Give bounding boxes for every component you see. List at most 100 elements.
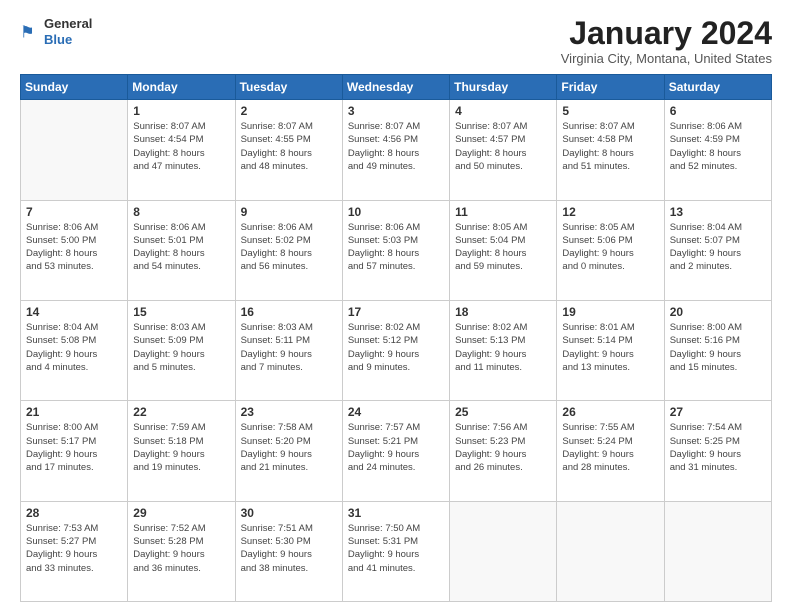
- day-number: 9: [241, 205, 337, 219]
- calendar-cell: 24Sunrise: 7:57 AMSunset: 5:21 PMDayligh…: [342, 401, 449, 501]
- day-info: Sunrise: 8:02 AMSunset: 5:13 PMDaylight:…: [455, 321, 551, 374]
- calendar-cell: 29 Sunrise: 7:52 AMSunset: 5:28 PMDayligh…: [128, 501, 235, 601]
- day-info: Sunrise: 8:06 AMSunset: 5:00 PMDaylight:…: [26, 221, 122, 274]
- day-number: 27: [670, 405, 766, 419]
- day-info: Sunrise: 8:01 AMSunset: 5:14 PMDaylight:…: [562, 321, 658, 374]
- calendar-cell: 26Sunrise: 7:55 AMSunset: 5:24 PMDayligh…: [557, 401, 664, 501]
- day-info: Sunrise: 8:00 AMSunset: 5:17 PMDaylight:…: [26, 421, 122, 474]
- calendar-cell: 8 Sunrise: 8:06 AMSunset: 5:01 PMDaylight…: [128, 200, 235, 300]
- day-number: 17: [348, 305, 444, 319]
- calendar-cell: 4Sunrise: 8:07 AMSunset: 4:57 PMDaylight…: [450, 100, 557, 200]
- day-info: Sunrise: 8:00 AMSunset: 5:16 PMDaylight:…: [670, 321, 766, 374]
- day-info: Sunrise: 7:53 AMSunset: 5:27 PMDaylight:…: [26, 522, 122, 575]
- day-info: Sunrise: 8:03 AMSunset: 5:09 PMDaylight:…: [133, 321, 229, 374]
- weekday-header-wednesday: Wednesday: [342, 75, 449, 100]
- day-info: Sunrise: 7:52 AMSunset: 5:28 PMDaylight:…: [133, 522, 229, 575]
- calendar-cell: 22 Sunrise: 7:59 AMSunset: 5:18 PMDayligh…: [128, 401, 235, 501]
- day-info: Sunrise: 8:06 AMSunset: 4:59 PMDaylight:…: [670, 120, 766, 173]
- day-number: 23: [241, 405, 337, 419]
- day-info: Sunrise: 8:07 AMSunset: 4:56 PMDaylight:…: [348, 120, 444, 173]
- calendar-cell: 20Sunrise: 8:00 AMSunset: 5:16 PMDayligh…: [664, 300, 771, 400]
- calendar-cell: 7 Sunrise: 8:06 AMSunset: 5:00 PMDaylight…: [21, 200, 128, 300]
- calendar-cell: 23 Sunrise: 7:58 AMSunset: 5:20 PMDayligh…: [235, 401, 342, 501]
- day-number: 16: [241, 305, 337, 319]
- calendar-cell: 30 Sunrise: 7:51 AMSunset: 5:30 PMDayligh…: [235, 501, 342, 601]
- day-number: 30: [241, 506, 337, 520]
- calendar-cell: [21, 100, 128, 200]
- day-info: Sunrise: 8:07 AMSunset: 4:54 PMDaylight:…: [133, 120, 229, 173]
- calendar-cell: 5 Sunrise: 8:07 AMSunset: 4:58 PMDaylight…: [557, 100, 664, 200]
- day-number: 26: [562, 405, 658, 419]
- day-info: Sunrise: 7:54 AMSunset: 5:25 PMDaylight:…: [670, 421, 766, 474]
- day-number: 11: [455, 205, 551, 219]
- logo-general-text: General: [44, 16, 92, 31]
- calendar-cell: 2 Sunrise: 8:07 AMSunset: 4:55 PMDaylight…: [235, 100, 342, 200]
- calendar-cell: [664, 501, 771, 601]
- day-info: Sunrise: 8:07 AMSunset: 4:58 PMDaylight:…: [562, 120, 658, 173]
- day-info: Sunrise: 8:06 AMSunset: 5:02 PMDaylight:…: [241, 221, 337, 274]
- day-info: Sunrise: 8:04 AMSunset: 5:07 PMDaylight:…: [670, 221, 766, 274]
- logo-blue-text: Blue: [44, 32, 72, 47]
- day-info: Sunrise: 8:07 AMSunset: 4:55 PMDaylight:…: [241, 120, 337, 173]
- calendar-cell: 3 Sunrise: 8:07 AMSunset: 4:56 PMDaylight…: [342, 100, 449, 200]
- svg-text:⚑: ⚑: [20, 23, 35, 41]
- day-number: 22: [133, 405, 229, 419]
- day-info: Sunrise: 7:50 AMSunset: 5:31 PMDaylight:…: [348, 522, 444, 575]
- day-info: Sunrise: 8:03 AMSunset: 5:11 PMDaylight:…: [241, 321, 337, 374]
- day-info: Sunrise: 8:02 AMSunset: 5:12 PMDaylight:…: [348, 321, 444, 374]
- calendar-cell: 16 Sunrise: 8:03 AMSunset: 5:11 PMDayligh…: [235, 300, 342, 400]
- day-info: Sunrise: 7:59 AMSunset: 5:18 PMDaylight:…: [133, 421, 229, 474]
- day-number: 14: [26, 305, 122, 319]
- day-number: 7: [26, 205, 122, 219]
- calendar-cell: 25Sunrise: 7:56 AMSunset: 5:23 PMDayligh…: [450, 401, 557, 501]
- calendar-cell: 18 Sunrise: 8:02 AMSunset: 5:13 PMDayligh…: [450, 300, 557, 400]
- day-number: 3: [348, 104, 444, 118]
- day-number: 10: [348, 205, 444, 219]
- weekday-header-friday: Friday: [557, 75, 664, 100]
- day-number: 12: [562, 205, 658, 219]
- day-info: Sunrise: 8:05 AMSunset: 5:06 PMDaylight:…: [562, 221, 658, 274]
- calendar-cell: 11 Sunrise: 8:05 AMSunset: 5:04 PMDayligh…: [450, 200, 557, 300]
- calendar-cell: 28 Sunrise: 7:53 AMSunset: 5:27 PMDayligh…: [21, 501, 128, 601]
- calendar-title: January 2024: [561, 16, 772, 51]
- weekday-header-monday: Monday: [128, 75, 235, 100]
- day-info: Sunrise: 8:07 AMSunset: 4:57 PMDaylight:…: [455, 120, 551, 173]
- day-number: 21: [26, 405, 122, 419]
- logo-icon: ⚑: [20, 21, 42, 43]
- calendar-cell: 10 Sunrise: 8:06 AMSunset: 5:03 PMDayligh…: [342, 200, 449, 300]
- day-info: Sunrise: 8:05 AMSunset: 5:04 PMDaylight:…: [455, 221, 551, 274]
- calendar-cell: 1 Sunrise: 8:07 AMSunset: 4:54 PMDaylight…: [128, 100, 235, 200]
- day-info: Sunrise: 7:58 AMSunset: 5:20 PMDaylight:…: [241, 421, 337, 474]
- day-number: 2: [241, 104, 337, 118]
- day-number: 24: [348, 405, 444, 419]
- calendar-cell: 17 Sunrise: 8:02 AMSunset: 5:12 PMDayligh…: [342, 300, 449, 400]
- day-info: Sunrise: 7:51 AMSunset: 5:30 PMDaylight:…: [241, 522, 337, 575]
- calendar-cell: 31 Sunrise: 7:50 AMSunset: 5:31 PMDayligh…: [342, 501, 449, 601]
- calendar-cell: [557, 501, 664, 601]
- calendar-cell: 14 Sunrise: 8:04 AMSunset: 5:08 PMDayligh…: [21, 300, 128, 400]
- calendar-cell: 21 Sunrise: 8:00 AMSunset: 5:17 PMDayligh…: [21, 401, 128, 501]
- day-number: 18: [455, 305, 551, 319]
- day-number: 5: [562, 104, 658, 118]
- day-number: 1: [133, 104, 229, 118]
- day-info: Sunrise: 8:04 AMSunset: 5:08 PMDaylight:…: [26, 321, 122, 374]
- day-info: Sunrise: 8:06 AMSunset: 5:01 PMDaylight:…: [133, 221, 229, 274]
- day-number: 28: [26, 506, 122, 520]
- calendar-table: SundayMondayTuesdayWednesdayThursdayFrid…: [20, 74, 772, 602]
- calendar-cell: 15 Sunrise: 8:03 AMSunset: 5:09 PMDayligh…: [128, 300, 235, 400]
- calendar-cell: 19 Sunrise: 8:01 AMSunset: 5:14 PMDayligh…: [557, 300, 664, 400]
- weekday-header-tuesday: Tuesday: [235, 75, 342, 100]
- day-number: 25: [455, 405, 551, 419]
- day-number: 15: [133, 305, 229, 319]
- weekday-header-thursday: Thursday: [450, 75, 557, 100]
- day-number: 8: [133, 205, 229, 219]
- weekday-header-saturday: Saturday: [664, 75, 771, 100]
- day-number: 29: [133, 506, 229, 520]
- day-number: 31: [348, 506, 444, 520]
- logo: ⚑ General Blue: [20, 16, 92, 47]
- calendar-cell: 12 Sunrise: 8:05 AMSunset: 5:06 PMDayligh…: [557, 200, 664, 300]
- day-info: Sunrise: 8:06 AMSunset: 5:03 PMDaylight:…: [348, 221, 444, 274]
- calendar-cell: [450, 501, 557, 601]
- day-number: 13: [670, 205, 766, 219]
- day-number: 19: [562, 305, 658, 319]
